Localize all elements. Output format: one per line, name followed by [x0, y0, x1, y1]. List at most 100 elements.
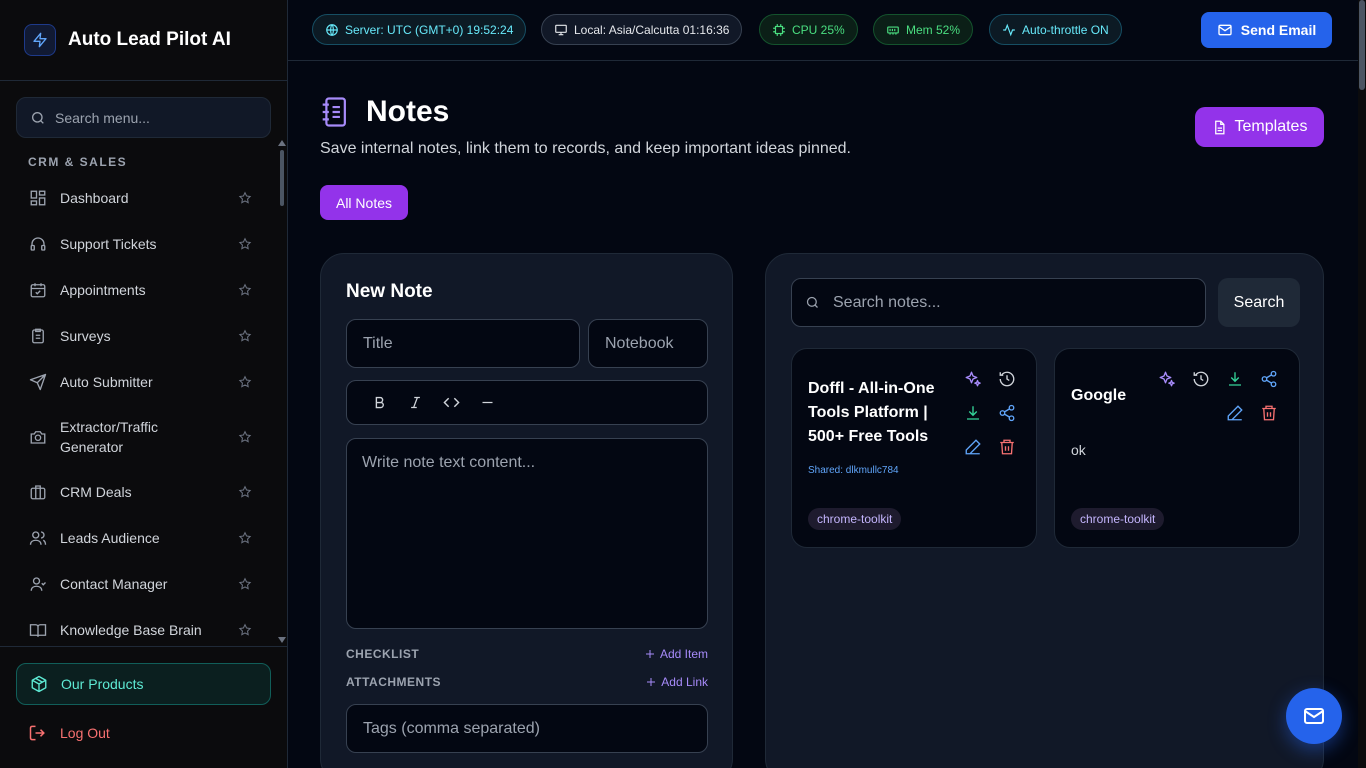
sidebar-search-input[interactable]: Search menu...: [16, 97, 271, 138]
share-icon[interactable]: [998, 404, 1016, 422]
sidebar-item-extractor-traffic-generator[interactable]: Extractor/Traffic Generator: [28, 417, 252, 457]
star-icon[interactable]: [238, 191, 252, 205]
camera-icon: [28, 427, 48, 447]
our-products-label: Our Products: [61, 676, 144, 692]
sidebar-item-knowledge-base-brain[interactable]: Knowledge Base Brain: [28, 620, 252, 640]
headset-icon: [28, 234, 48, 254]
code-icon: [442, 397, 460, 408]
sidebar-item-label: Knowledge Base Brain: [60, 622, 202, 638]
memory-icon: [887, 26, 899, 35]
note-content-textarea[interactable]: Write note text content...: [346, 438, 708, 629]
server-time-badge: Server: UTC (GMT+0) 19:52:24: [312, 14, 527, 45]
send-email-button[interactable]: Send Email: [1201, 12, 1332, 48]
sidebar-item-surveys[interactable]: Surveys: [28, 326, 252, 346]
mail-icon: [1304, 708, 1324, 724]
local-time-badge: Local: Asia/Calcutta 01:16:36: [541, 14, 743, 45]
add-item-button[interactable]: Add Item: [644, 647, 708, 661]
divider-button[interactable]: [469, 388, 505, 418]
calendar-check-icon: [28, 280, 48, 300]
sidebar-item-support-tickets[interactable]: Support Tickets: [28, 234, 252, 254]
search-icon: [32, 111, 44, 124]
sidebar-scroll-thumb[interactable]: [280, 150, 284, 206]
bold-button[interactable]: [361, 388, 397, 418]
star-icon[interactable]: [238, 485, 252, 499]
sidebar-item-label: Contact Manager: [60, 576, 168, 592]
star-icon[interactable]: [238, 283, 252, 297]
note-card[interactable]: Doffl - All-in-One Tools Platform | 500+…: [791, 348, 1037, 548]
history-icon[interactable]: [998, 370, 1016, 388]
share-icon[interactable]: [1260, 370, 1278, 388]
section-label-crm: CRM & SALES: [28, 155, 128, 169]
page-title: Notes: [366, 95, 450, 128]
floating-mail-button[interactable]: [1286, 688, 1342, 744]
sidebar-item-leads-audience[interactable]: Leads Audience: [28, 528, 252, 548]
send-email-label: Send Email: [1240, 22, 1317, 38]
sidebar-item-dashboard[interactable]: Dashboard: [28, 188, 252, 208]
star-icon[interactable]: [238, 430, 252, 444]
sidebar-item-crm-deals[interactable]: CRM Deals: [28, 482, 252, 502]
mail-icon: [1218, 24, 1232, 36]
edit-icon[interactable]: [964, 438, 982, 456]
brand: Auto Lead Pilot AI: [0, 0, 287, 81]
sidebar-item-appointments[interactable]: Appointments: [28, 280, 252, 300]
trash-icon[interactable]: [998, 438, 1016, 456]
star-icon[interactable]: [238, 329, 252, 343]
notebook-input[interactable]: Notebook: [588, 319, 708, 368]
download-icon[interactable]: [964, 404, 982, 422]
sidebar-item-contact-manager[interactable]: Contact Manager: [28, 574, 252, 594]
notebook-placeholder: Notebook: [605, 334, 674, 352]
server-time-text: Server: UTC (GMT+0) 19:52:24: [345, 22, 514, 37]
note-card[interactable]: Google ok chrome-toolkit: [1054, 348, 1300, 548]
star-icon[interactable]: [238, 237, 252, 251]
templates-button[interactable]: Templates: [1195, 107, 1324, 147]
sidebar-item-label: CRM Deals: [60, 484, 132, 500]
edit-icon[interactable]: [1226, 404, 1244, 422]
sidebar-search-placeholder: Search menu...: [55, 109, 150, 126]
templates-label: Templates: [1234, 118, 1308, 135]
package-icon: [31, 675, 47, 693]
notes-search-button[interactable]: Search: [1218, 278, 1300, 327]
sidebar: Auto Lead Pilot AI Search menu... CRM & …: [0, 0, 288, 768]
ai-sparkle-icon[interactable]: [964, 370, 982, 388]
star-icon[interactable]: [238, 623, 252, 637]
minus-icon: [482, 401, 492, 404]
sidebar-item-label: Dashboard: [60, 190, 129, 206]
trash-icon[interactable]: [1260, 404, 1278, 422]
notebook-icon: [322, 97, 346, 127]
note-tag[interactable]: chrome-toolkit: [1071, 508, 1165, 530]
page-scrollbar[interactable]: [1358, 0, 1366, 768]
file-text-icon: [1214, 120, 1225, 134]
notes-search-input[interactable]: Search notes...: [791, 278, 1206, 327]
star-icon[interactable]: [238, 375, 252, 389]
monitor-icon: [555, 24, 567, 35]
tags-placeholder: Tags (comma separated): [363, 719, 540, 737]
activity-icon: [1003, 23, 1015, 36]
sidebar-item-label: Leads Audience: [60, 530, 160, 546]
send-icon: [28, 372, 48, 392]
sidebar-scrollbar[interactable]: [278, 140, 286, 645]
page-scroll-thumb[interactable]: [1359, 0, 1365, 90]
note-tag[interactable]: chrome-toolkit: [808, 508, 902, 530]
code-button[interactable]: [433, 388, 469, 418]
star-icon[interactable]: [238, 531, 252, 545]
bold-icon: [375, 396, 384, 409]
tags-input[interactable]: Tags (comma separated): [346, 704, 708, 753]
italic-button[interactable]: [397, 388, 433, 418]
auto-throttle-badge[interactable]: Auto-throttle ON: [989, 14, 1122, 45]
download-icon[interactable]: [1226, 370, 1244, 388]
briefcase-icon: [28, 482, 48, 502]
app-title: Auto Lead Pilot AI: [68, 29, 231, 50]
tab-all-notes[interactable]: All Notes: [320, 185, 408, 220]
our-products-button[interactable]: Our Products: [16, 663, 271, 705]
star-icon[interactable]: [238, 577, 252, 591]
logout-button[interactable]: Log Out: [28, 723, 110, 743]
note-title-input[interactable]: Title: [346, 319, 580, 368]
add-link-button[interactable]: Add Link: [645, 675, 708, 689]
cpu-badge: CPU 25%: [759, 14, 858, 45]
history-icon[interactable]: [1192, 370, 1210, 388]
plus-icon: [647, 678, 656, 686]
lightning-icon: [24, 24, 56, 56]
note-card-shared: Shared: dlkmullc784: [808, 465, 899, 476]
sidebar-item-auto-submitter[interactable]: Auto Submitter: [28, 372, 252, 392]
ai-sparkle-icon[interactable]: [1158, 370, 1176, 388]
